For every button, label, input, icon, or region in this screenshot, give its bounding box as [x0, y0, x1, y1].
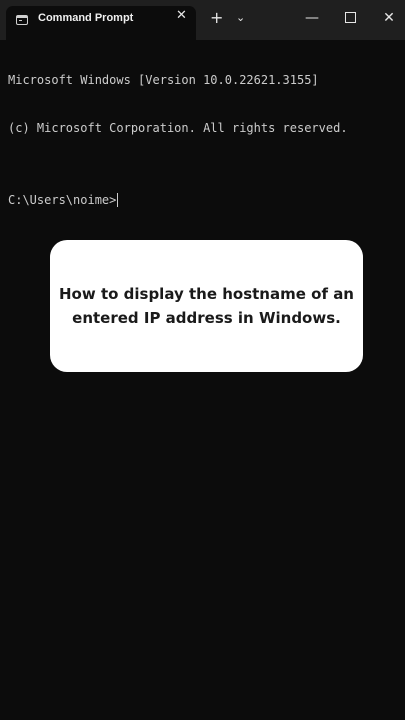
caption-text: How to display the hostname of an entere…: [59, 285, 354, 327]
caption-card: How to display the hostname of an entere…: [50, 240, 363, 372]
maximize-button[interactable]: [337, 7, 363, 29]
prompt-line[interactable]: C:\Users\noime>: [8, 192, 403, 208]
command-prompt: C:\Users\noime>: [8, 193, 117, 207]
new-tab-button[interactable]: +: [210, 10, 223, 26]
terminal-icon: [16, 15, 28, 25]
chevron-down-icon[interactable]: ⌄: [236, 11, 245, 25]
close-button[interactable]: ✕: [376, 7, 402, 29]
console-line: Microsoft Windows [Version 10.0.22621.31…: [8, 73, 319, 87]
tab-close-icon[interactable]: ✕: [176, 8, 187, 23]
text-cursor: [117, 193, 119, 207]
console-output[interactable]: Microsoft Windows [Version 10.0.22621.31…: [8, 40, 403, 240]
command-prompt-window: Command Prompt ✕ + ⌄ — ✕ Microsoft Windo…: [0, 0, 405, 720]
minimize-button[interactable]: —: [299, 7, 325, 29]
tab-title: Command Prompt: [38, 12, 134, 24]
console-line: (c) Microsoft Corporation. All rights re…: [8, 121, 348, 135]
maximize-icon: [344, 12, 356, 23]
title-bar: Command Prompt ✕ + ⌄ — ✕: [0, 0, 405, 40]
tab-command-prompt[interactable]: Command Prompt ✕: [6, 6, 196, 40]
